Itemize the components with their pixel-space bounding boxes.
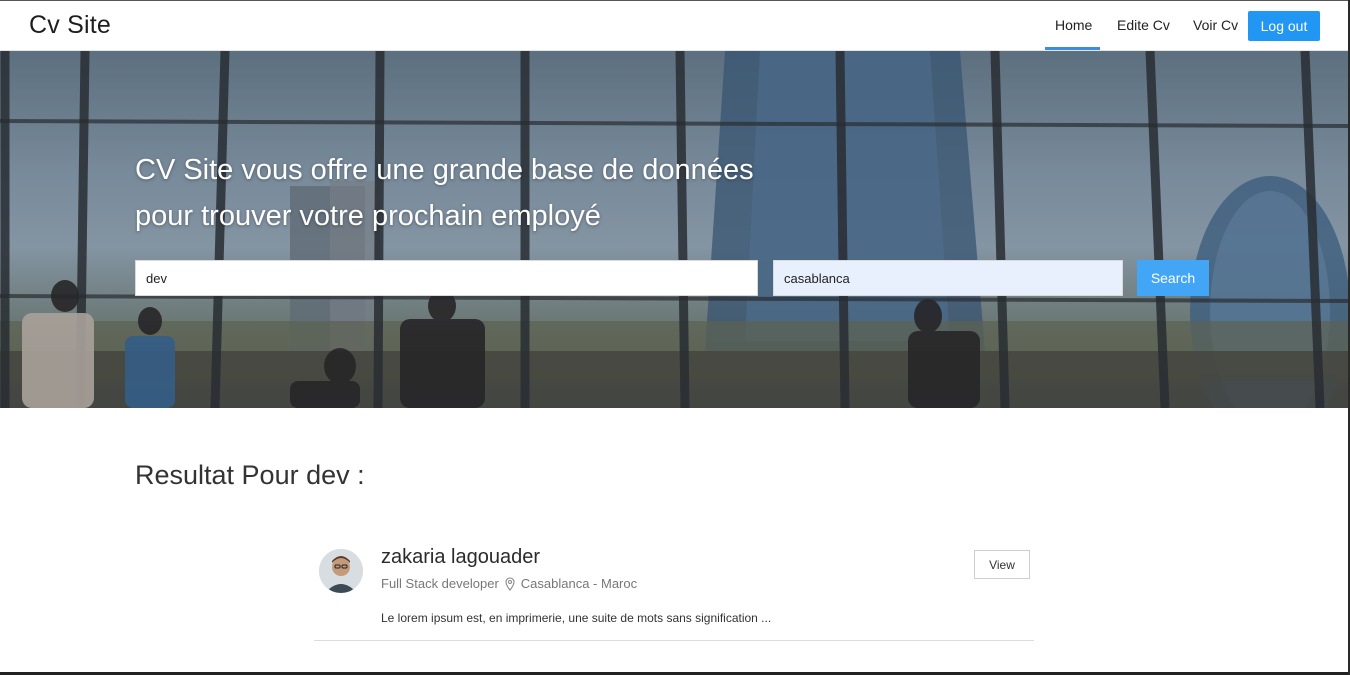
result-card: zakaria lagouader Full Stack developer C…	[314, 540, 1034, 641]
candidate-location: Casablanca - Maroc	[520, 576, 638, 591]
view-cv-button[interactable]: View	[974, 550, 1030, 579]
results-heading: Resultat Pour dev :	[135, 460, 365, 490]
hero-banner: CV Site vous offre une grande base de do…	[0, 51, 1350, 408]
nav-home-link[interactable]: Home	[1055, 17, 1092, 33]
keyword-search-input[interactable]	[135, 260, 758, 296]
candidate-meta: Full Stack developer Casablanca - Maroc	[381, 576, 637, 591]
avatar	[319, 549, 363, 593]
map-pin-icon	[503, 576, 517, 591]
site-brand[interactable]: Cv Site	[29, 11, 111, 40]
search-button[interactable]: Search	[1137, 260, 1209, 296]
logout-button[interactable]: Log out	[1248, 11, 1320, 41]
city-search-input[interactable]	[773, 260, 1123, 296]
nav-edit-cv-link[interactable]: Edite Cv	[1117, 17, 1170, 33]
candidate-description: Le lorem ipsum est, en imprimerie, une s…	[381, 611, 772, 625]
active-nav-indicator	[1045, 47, 1100, 50]
top-navbar: Cv Site Home Edite Cv Voir Cv Log out	[0, 0, 1350, 51]
nav-voir-cv-link[interactable]: Voir Cv	[1193, 17, 1238, 33]
candidate-job-title: Full Stack developer	[381, 576, 499, 591]
hero-title: CV Site vous offre une grande base de do…	[135, 154, 754, 232]
candidate-name[interactable]: zakaria lagouader	[381, 546, 540, 569]
